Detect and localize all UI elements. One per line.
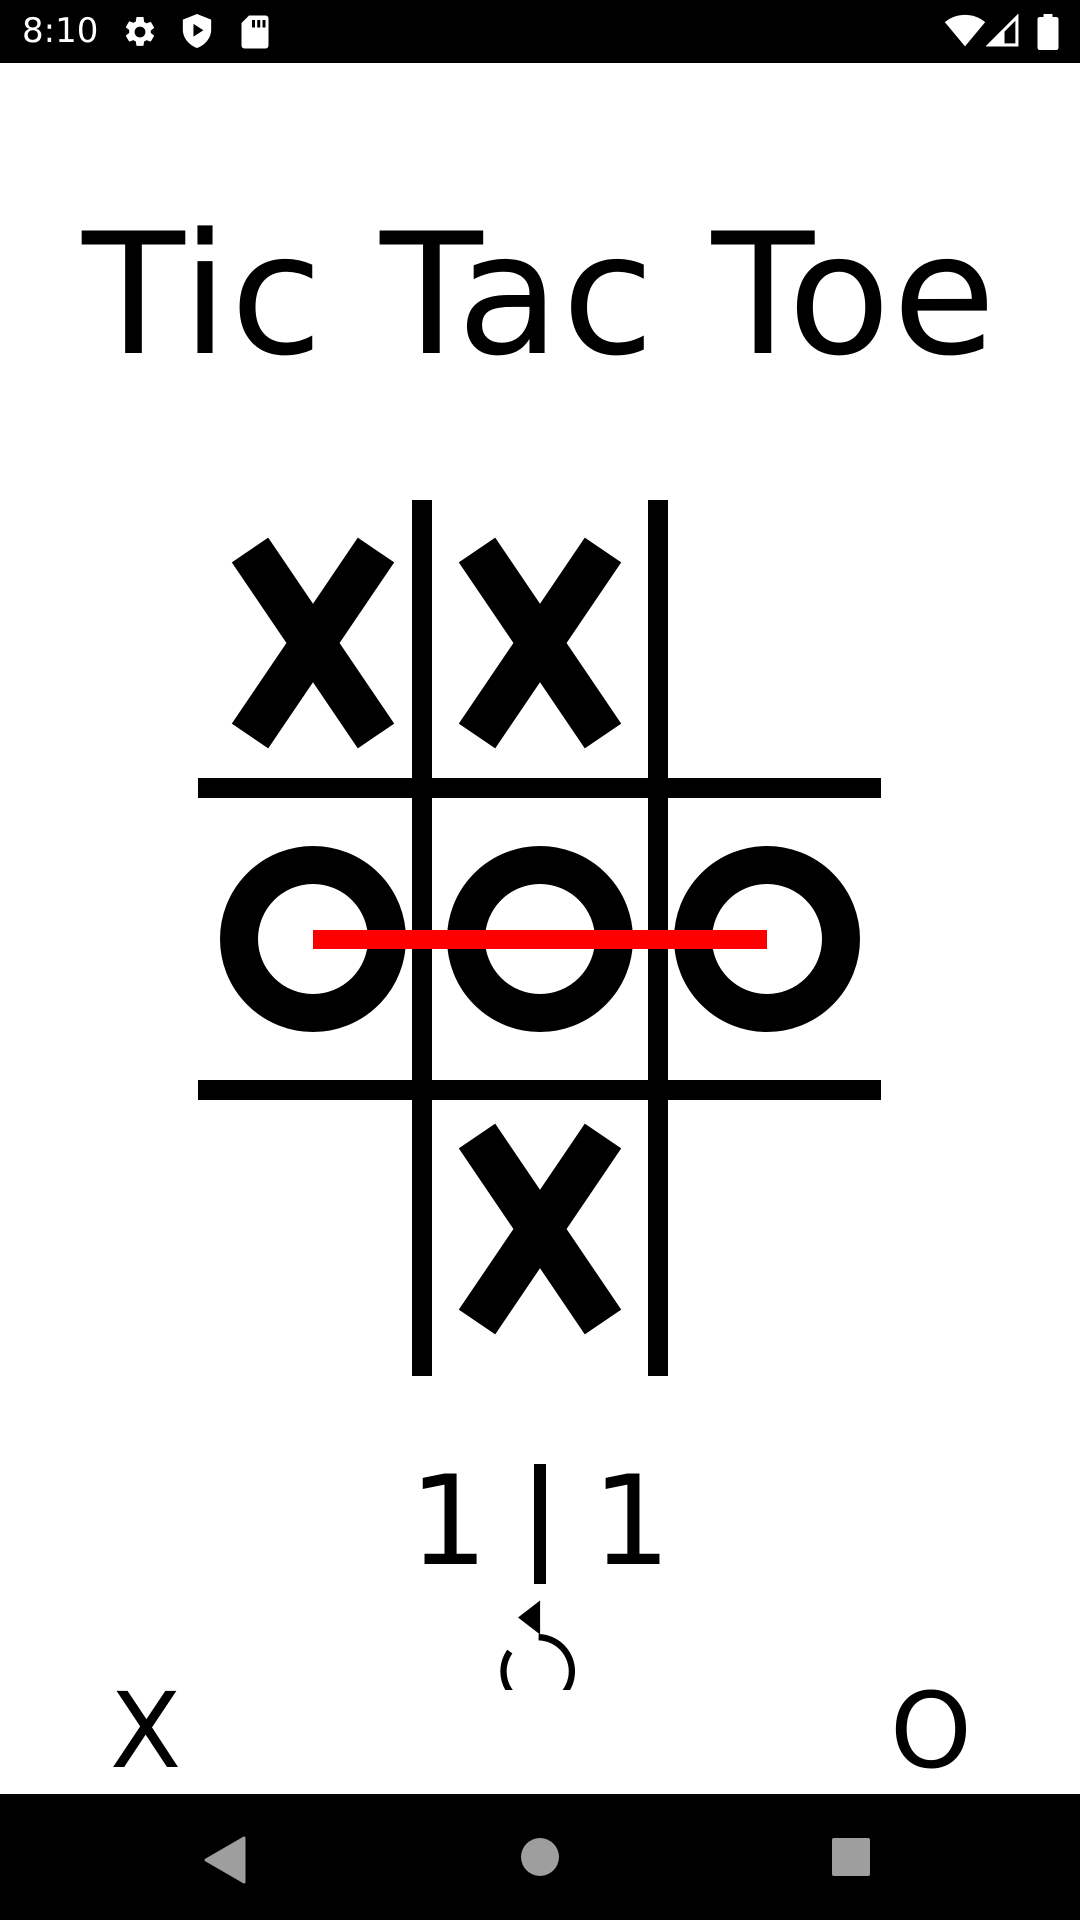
grid-line-horizontal-1 — [198, 778, 881, 798]
score-separator — [534, 1463, 546, 1584]
score-display: 11 — [0, 1452, 1080, 1592]
player-x-label: X — [110, 1670, 182, 1792]
cell-2-2[interactable] — [668, 1100, 881, 1376]
gear-icon — [125, 16, 155, 46]
restart-button[interactable] — [495, 1598, 587, 1709]
page-title: Tic Tac Toe — [82, 197, 998, 393]
cell-1-2[interactable] — [668, 798, 881, 1080]
grid-line-vertical-1 — [412, 500, 432, 1376]
cell-2-1[interactable] — [432, 1100, 648, 1376]
wifi-icon — [944, 14, 986, 47]
back-icon[interactable] — [204, 1836, 248, 1884]
status-bar: 8:10 — [0, 0, 1080, 63]
shield-play-icon — [182, 14, 212, 48]
cell-1-1[interactable] — [432, 798, 648, 1080]
player-o-label: O — [890, 1670, 972, 1792]
signal-icon — [986, 14, 1019, 47]
grid-line-horizontal-2 — [198, 1080, 881, 1100]
cell-2-0[interactable] — [198, 1100, 412, 1376]
score-o: 1 — [592, 1450, 671, 1594]
cell-0-1[interactable] — [432, 500, 648, 778]
cell-1-0[interactable] — [198, 798, 412, 1080]
home-icon[interactable] — [519, 1836, 561, 1878]
cell-0-2[interactable] — [668, 500, 881, 778]
score-x: 1 — [409, 1450, 488, 1594]
battery-icon — [1037, 14, 1059, 50]
nav-bar — [0, 1794, 1080, 1920]
recents-icon[interactable] — [831, 1837, 871, 1877]
status-time: 8:10 — [22, 11, 99, 51]
restart-icon — [500, 1600, 576, 1709]
cell-0-0[interactable] — [198, 500, 412, 778]
sd-card-icon — [241, 15, 269, 49]
grid-line-vertical-2 — [648, 500, 668, 1376]
